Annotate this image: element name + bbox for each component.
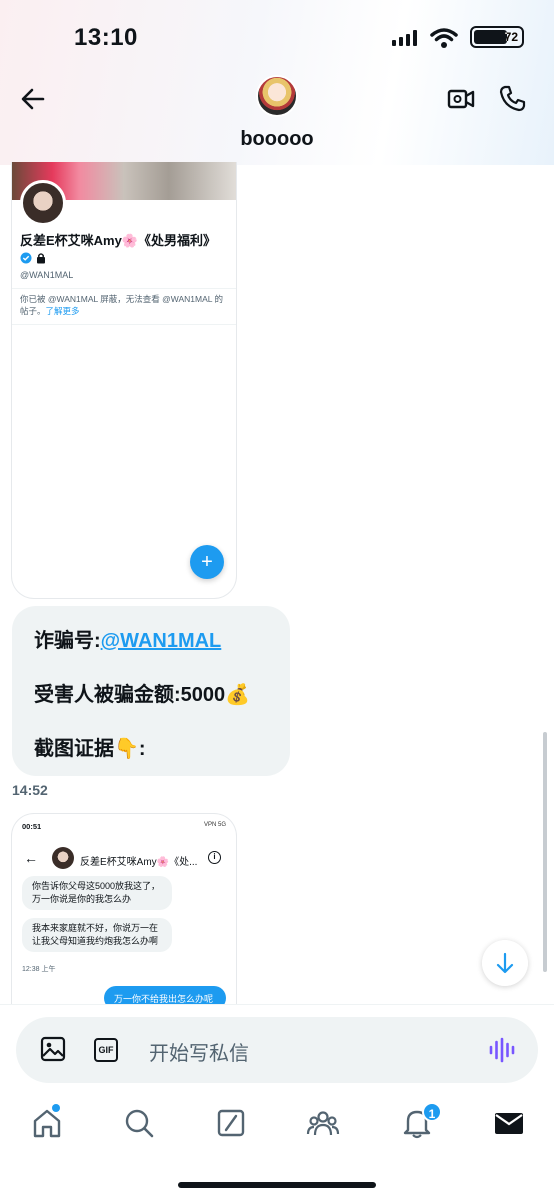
search-icon[interactable]: [122, 1106, 156, 1140]
home-unread-dot: [52, 1104, 60, 1112]
gif-icon[interactable]: GIF: [94, 1038, 118, 1062]
embedded-status-time: 00:51: [22, 822, 42, 831]
message-bubble[interactable]: 诈骗号:@WAN1MAL 受害人被骗金额:5000💰 截图证据👇:: [12, 606, 290, 776]
wifi-icon: [430, 28, 458, 48]
notifications-badge: 1: [422, 1102, 442, 1122]
profile-name: 反差E杯艾咪Amy🌸《处男福利》: [20, 232, 220, 268]
embedded-chat-name: 反差E杯艾咪Amy🌸《处...: [80, 857, 198, 868]
video-call-icon[interactable]: [446, 84, 476, 114]
message-timestamp: 14:52: [12, 782, 48, 798]
back-arrow-icon[interactable]: [18, 84, 48, 114]
scrollbar[interactable]: [543, 732, 547, 972]
lock-icon: [36, 253, 45, 264]
screenshot-image-chat[interactable]: 00:51 VPN 5G ← 反差E杯艾咪Amy🌸《处... i 你告诉你父母这…: [12, 814, 236, 1004]
screenshot-image-profile[interactable]: 反差E杯艾咪Amy🌸《处男福利》 @WAN1MAL 你已被 @WAN1MAL 屏…: [12, 162, 236, 598]
composer-area: GIF 开始写私信: [0, 1004, 554, 1096]
cellular-signal-icon: [392, 30, 417, 46]
mention-link[interactable]: @WAN1MAL: [101, 630, 222, 652]
divider: [12, 324, 236, 325]
embedded-avatar: [52, 847, 74, 869]
message-line-2: 受害人被骗金额:5000💰: [34, 684, 251, 706]
battery-percent: 72: [504, 30, 518, 44]
blocked-notice: 你已被 @WAN1MAL 屏蔽，无法查看 @WAN1MAL 的帖子。了解更多: [20, 293, 226, 317]
message-list[interactable]: 反差E杯艾咪Amy🌸《处男福利》 @WAN1MAL 你已被 @WAN1MAL 屏…: [0, 162, 554, 1004]
status-time: 13:10: [74, 24, 138, 51]
profile-name-text: 反差E杯艾咪Amy🌸《处男福利》: [20, 233, 217, 248]
grok-icon[interactable]: [214, 1106, 248, 1140]
embedded-message-1: 你告诉你父母这5000放我这了，万一你说是你的我怎么办: [22, 876, 172, 910]
phone-call-icon[interactable]: [498, 83, 528, 113]
profile-handle: @WAN1MAL: [20, 270, 74, 280]
embedded-back-icon: ←: [24, 850, 38, 866]
compose-fab-icon: +: [190, 545, 224, 579]
contact-name[interactable]: booooo: [0, 128, 554, 151]
battery-icon: 72: [470, 26, 524, 48]
embedded-time: 12:38 上午: [22, 966, 56, 973]
home-indicator: [178, 1182, 376, 1188]
learn-more-link: 了解更多: [45, 306, 80, 316]
message-label: 诈骗号:: [34, 630, 101, 652]
message-line-1: 诈骗号:@WAN1MAL: [34, 624, 221, 653]
message-input[interactable]: 开始写私信: [149, 1037, 249, 1066]
home-icon[interactable]: [30, 1106, 64, 1140]
contact-avatar[interactable]: [256, 75, 298, 117]
bottom-tab-bar: 1: [0, 1096, 554, 1199]
verified-badge-icon: [20, 252, 32, 264]
embedded-sent-message: 万一你不给我出怎么办呢: [104, 986, 226, 1004]
scroll-to-bottom-button[interactable]: [482, 940, 528, 986]
message-line-3: 截图证据👇:: [34, 738, 146, 760]
voice-message-icon[interactable]: [488, 1037, 516, 1063]
messages-icon[interactable]: [492, 1106, 526, 1140]
image-icon[interactable]: [40, 1036, 66, 1062]
divider: [12, 288, 236, 289]
embedded-status-icons: VPN 5G: [203, 822, 226, 828]
communities-icon[interactable]: [306, 1106, 340, 1140]
status-bar: 13:10 72: [0, 0, 554, 72]
info-icon: i: [208, 851, 221, 864]
message-composer[interactable]: GIF 开始写私信: [16, 1017, 538, 1083]
embedded-message-2: 我本来家庭就不好，你说万一在让我父母知道我约炮我怎么办啊: [22, 918, 172, 952]
profile-avatar: [20, 180, 66, 226]
conversation-header: booooo: [0, 72, 554, 162]
